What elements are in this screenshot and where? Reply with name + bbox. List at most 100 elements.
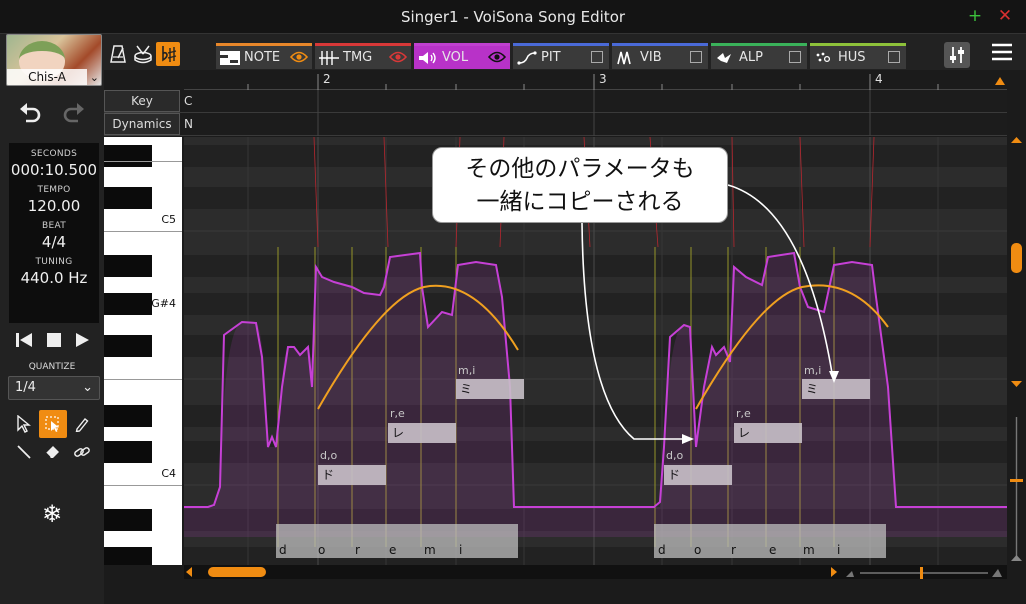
eye-icon[interactable] <box>290 50 308 64</box>
visibility-checkbox[interactable] <box>789 51 801 63</box>
tab-husky[interactable]: HUS <box>810 43 906 69</box>
tab-note[interactable]: NOTE <box>216 43 312 69</box>
undo-icon <box>20 103 41 123</box>
tab-volume[interactable]: VOL <box>414 43 510 69</box>
black-key[interactable] <box>104 405 152 427</box>
tuning-value[interactable]: 440.0 Hz <box>9 269 99 287</box>
sharp-flat-icon <box>162 46 177 62</box>
black-key[interactable] <box>104 509 152 531</box>
callout-line-1: その他のパラメータも <box>465 156 695 182</box>
note[interactable]: ド <box>318 465 386 485</box>
piano-keyboard[interactable]: C5 G#4 C4 <box>104 137 182 565</box>
piano-roll-icon <box>220 50 240 65</box>
key-signature-button[interactable] <box>156 42 180 66</box>
add-window-button[interactable]: + <box>966 6 984 26</box>
stop-button[interactable] <box>40 326 68 354</box>
tab-timing[interactable]: TMG <box>315 43 411 69</box>
eraser-tool-button[interactable] <box>39 438 67 466</box>
dynamics-row-grid <box>317 113 871 136</box>
undo-button[interactable] <box>16 98 44 126</box>
arrow-tool-button[interactable] <box>10 410 38 438</box>
metronome-button[interactable] <box>106 42 130 66</box>
note[interactable]: ド <box>664 465 732 485</box>
transport-info: SECONDS 000:10.500 TEMPO 120.00 BEAT 4/4… <box>9 143 99 323</box>
horizontal-scrollbar[interactable] <box>184 565 1007 579</box>
singer-selector[interactable]: Chis-A ⌄ <box>6 34 102 86</box>
black-key[interactable] <box>104 187 152 209</box>
key-row: Key C <box>104 90 1007 113</box>
tab-vibrato[interactable]: VIB <box>612 43 708 69</box>
note[interactable]: レ <box>734 423 802 443</box>
note[interactable]: ミ <box>456 379 524 399</box>
link-tool-button[interactable] <box>68 438 96 466</box>
note-lyric: レ <box>738 426 751 440</box>
line-tool-button[interactable] <box>10 438 38 466</box>
dynamics-label: Dynamics <box>104 113 180 135</box>
tab-pitch[interactable]: PIT <box>513 43 609 69</box>
note-lyric: レ <box>392 426 405 440</box>
tempo-value[interactable]: 120.00 <box>9 197 99 215</box>
timeline-ruler[interactable]: 2 3 4 <box>184 70 1007 90</box>
title-bar: Singer1 - VoiSona Song Editor + ✕ <box>0 0 1026 34</box>
close-window-button[interactable]: ✕ <box>996 6 1014 26</box>
scroll-up-icon[interactable] <box>994 75 1006 87</box>
cursor-arrow-icon <box>17 415 31 433</box>
eye-icon[interactable] <box>389 50 407 64</box>
black-key[interactable] <box>104 547 152 565</box>
dynamics-row: Dynamics N <box>104 113 1007 136</box>
select-tool-button[interactable] <box>39 410 67 438</box>
quantize-label: QUANTIZE <box>28 362 76 372</box>
phoneme-label: o <box>318 543 326 557</box>
key-divider <box>104 231 182 232</box>
window-title: Singer1 - VoiSona Song Editor <box>400 8 626 26</box>
phoneme-lane[interactable] <box>276 524 518 558</box>
visibility-checkbox[interactable] <box>690 51 702 63</box>
parameter-toolbar: NOTE TMG VOL PIT VIB ALP HUS <box>104 34 1026 70</box>
phoneme-label: i <box>459 543 463 557</box>
black-key[interactable] <box>104 255 152 277</box>
follow-button[interactable] <box>131 42 155 66</box>
eraser-icon <box>45 446 59 458</box>
drum-icon <box>134 45 152 64</box>
phoneme-label: r <box>731 543 736 557</box>
key-label: Key <box>104 90 180 112</box>
black-key[interactable] <box>104 293 152 315</box>
mixer-button[interactable] <box>944 42 970 68</box>
phoneme-label: e <box>389 543 397 557</box>
note-lyric: ミ <box>806 382 819 396</box>
zoom-slider[interactable] <box>844 567 1004 579</box>
note[interactable]: ミ <box>802 379 870 399</box>
beat-label: BEAT <box>41 221 67 231</box>
note-lyric: ド <box>322 468 335 482</box>
scroll-right-icon[interactable] <box>829 567 839 577</box>
redo-button[interactable] <box>60 98 88 126</box>
play-button[interactable] <box>68 326 96 354</box>
phoneme-label: m <box>424 543 436 557</box>
note[interactable]: レ <box>388 423 456 443</box>
note-phoneme: r,e <box>390 407 405 420</box>
play-icon <box>76 333 89 347</box>
chevron-down-icon: ⌄ <box>89 71 99 84</box>
scroll-left-icon[interactable] <box>184 567 194 577</box>
black-key[interactable] <box>104 145 152 167</box>
key-label-gs4: G#4 <box>151 297 176 310</box>
black-key[interactable] <box>104 441 152 463</box>
pencil-tool-button[interactable] <box>68 410 96 438</box>
freeze-button[interactable]: ❄ <box>38 500 66 528</box>
annotation-callout: その他のパラメータも 一緒にコピーされる <box>432 147 728 223</box>
visibility-checkbox[interactable] <box>591 51 603 63</box>
key-label-c5: C5 <box>161 213 176 226</box>
vertical-scrollbar[interactable] <box>1007 137 1026 565</box>
beat-value[interactable]: 4/4 <box>9 233 99 251</box>
menu-button[interactable] <box>988 38 1016 66</box>
quantize-select[interactable]: 1/4 ⌄ <box>8 376 100 400</box>
key-divider <box>104 379 182 380</box>
phoneme-label: m <box>803 543 815 557</box>
horizontal-scroll-thumb[interactable] <box>208 567 266 577</box>
tab-alpha[interactable]: ALP <box>711 43 807 69</box>
black-key[interactable] <box>104 335 152 357</box>
eye-icon[interactable] <box>488 50 506 64</box>
key-label-c4: C4 <box>161 467 176 480</box>
visibility-checkbox[interactable] <box>888 51 900 63</box>
rewind-button[interactable] <box>10 326 38 354</box>
